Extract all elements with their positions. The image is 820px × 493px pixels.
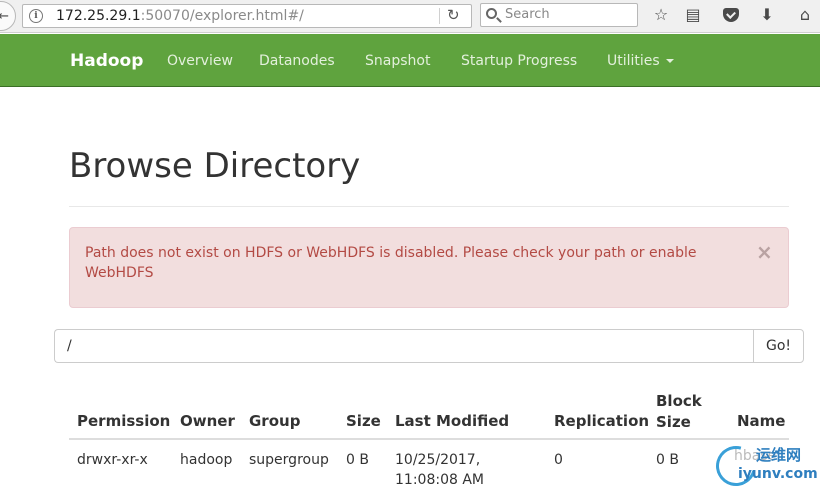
cell-last-modified-time: 11:08:08 AM xyxy=(395,472,484,488)
cell-replication: 0 xyxy=(554,452,563,468)
home-icon[interactable]: ⌂ xyxy=(794,5,816,25)
browser-search-input[interactable]: Search xyxy=(480,3,638,27)
title-divider xyxy=(69,206,789,207)
cell-permission: drwxr-xr-x xyxy=(77,452,148,468)
close-icon[interactable]: × xyxy=(756,242,773,262)
pocket-icon[interactable] xyxy=(723,8,739,22)
col-header-permission[interactable]: Permission xyxy=(77,411,170,432)
col-header-group[interactable]: Group xyxy=(249,411,300,432)
col-header-owner[interactable]: Owner xyxy=(180,411,235,432)
cell-last-modified-date: 10/25/2017, xyxy=(395,452,481,468)
cell-group: supergroup xyxy=(249,452,329,468)
nav-overview[interactable]: Overview xyxy=(167,53,233,69)
watermark-cn-text: 运维网 xyxy=(756,446,802,464)
nav-datanodes[interactable]: Datanodes xyxy=(259,53,335,69)
cell-size: 0 B xyxy=(346,452,369,468)
col-header-last-modified[interactable]: Last Modified xyxy=(395,411,509,432)
col-header-block-size-line2: Size xyxy=(656,413,691,431)
table-header-divider xyxy=(69,438,789,440)
go-button[interactable]: Go! xyxy=(753,329,804,363)
col-header-block-size-line1: Block xyxy=(656,392,702,410)
navbar: Hadoop Overview Datanodes Snapshot Start… xyxy=(0,34,820,87)
col-header-name[interactable]: Name xyxy=(737,411,785,432)
page-title: Browse Directory xyxy=(69,146,361,186)
cell-last-modified: 10/25/2017, 11:08:08 AM xyxy=(395,450,484,490)
url-text: 172.25.29.1:50070/explorer.html#/ xyxy=(56,8,304,24)
info-icon[interactable]: i xyxy=(29,9,43,23)
bookmark-star-icon[interactable]: ☆ xyxy=(650,5,672,25)
watermark-logo: hbase 运维网 iyunv.com xyxy=(708,438,820,493)
col-header-block-size[interactable]: Block Size xyxy=(656,391,702,433)
search-placeholder: Search xyxy=(505,7,550,22)
url-separator xyxy=(439,8,440,24)
path-input[interactable] xyxy=(54,329,754,363)
url-path: :50070/explorer.html#/ xyxy=(140,8,304,24)
reload-icon[interactable]: ↻ xyxy=(447,6,460,24)
url-host: 172.25.29.1 xyxy=(56,8,141,24)
watermark-url-text: iyunv.com xyxy=(738,466,818,482)
browser-toolbar: ← i 172.25.29.1:50070/explorer.html#/ ↻ … xyxy=(0,0,820,33)
cell-block-size: 0 B xyxy=(656,452,679,468)
caret-down-icon xyxy=(665,59,674,63)
nav-snapshot[interactable]: Snapshot xyxy=(365,53,430,69)
col-header-size[interactable]: Size xyxy=(346,411,381,432)
error-alert: Path does not exist on HDFS or WebHDFS i… xyxy=(69,227,789,308)
nav-startup-progress[interactable]: Startup Progress xyxy=(461,53,577,69)
col-header-replication[interactable]: Replication xyxy=(554,411,649,432)
search-icon xyxy=(486,8,497,19)
nav-utilities-label: Utilities xyxy=(607,53,660,69)
back-button[interactable]: ← xyxy=(0,1,16,31)
nav-utilities[interactable]: Utilities xyxy=(607,53,674,69)
download-icon[interactable]: ⬇ xyxy=(756,5,778,25)
alert-message: Path does not exist on HDFS or WebHDFS i… xyxy=(85,245,697,281)
cell-owner: hadoop xyxy=(180,452,233,468)
brand-link[interactable]: Hadoop xyxy=(70,51,143,71)
address-bar[interactable]: i 172.25.29.1:50070/explorer.html#/ ↻ xyxy=(22,4,472,28)
reading-list-icon[interactable]: ▤ xyxy=(682,5,704,25)
back-arrow-icon: ← xyxy=(0,8,9,24)
